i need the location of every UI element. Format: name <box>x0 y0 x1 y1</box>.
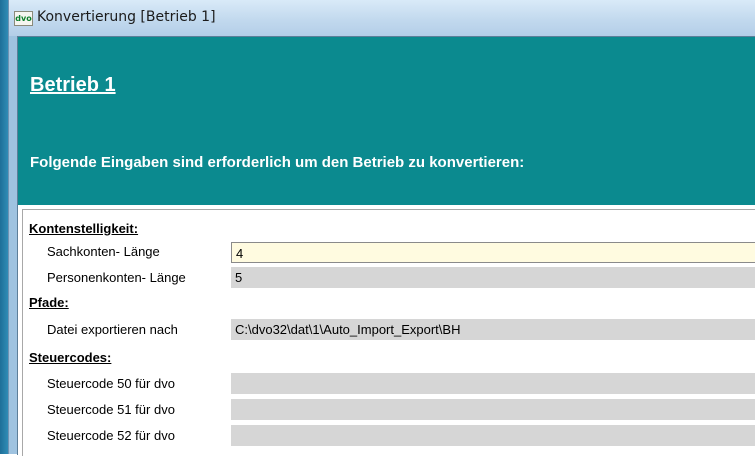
window-title: Konvertierung [Betrieb 1] <box>37 9 216 25</box>
steuercode-50-label: Steuercode 50 für dvo <box>47 376 175 391</box>
background-window-edge <box>0 0 8 454</box>
steuercode-52-label: Steuercode 52 für dvo <box>47 428 175 443</box>
datei-exportieren-input[interactable]: C:\dvo32\dat\1\Auto_Import_Export\BH <box>231 319 755 340</box>
konvertierung-window: dvo Konvertierung [Betrieb 1] Betrieb 1 … <box>8 0 755 456</box>
page-title: Betrieb 1 <box>30 74 116 96</box>
datei-exportieren-label: Datei exportieren nach <box>47 322 178 337</box>
steuercode-50-input[interactable] <box>231 373 755 394</box>
steuercode-52-input[interactable] <box>231 425 755 446</box>
steuercode-51-label: Steuercode 51 für dvo <box>47 402 175 417</box>
personenkonten-laenge-label: Personenkonten- Länge <box>47 270 186 285</box>
title-bar[interactable]: dvo Konvertierung [Betrieb 1] <box>9 0 755 36</box>
page-subtitle: Folgende Eingaben sind erforderlich um d… <box>30 154 525 171</box>
steuercode-51-input[interactable] <box>231 399 755 420</box>
section-kontenstelligkeit: Kontenstelligkeit: <box>29 221 139 236</box>
window-content: Betrieb 1 Folgende Eingaben sind erforde… <box>17 36 755 456</box>
sachkonten-laenge-input[interactable]: 4 <box>231 242 755 263</box>
header-banner: Betrieb 1 Folgende Eingaben sind erforde… <box>18 37 755 205</box>
dvo-app-icon[interactable]: dvo <box>14 11 33 26</box>
form-panel: Kontenstelligkeit: Sachkonten- Länge 4 P… <box>22 209 755 456</box>
personenkonten-laenge-input[interactable]: 5 <box>231 267 755 288</box>
sachkonten-laenge-label: Sachkonten- Länge <box>47 244 160 259</box>
section-steuercodes: Steuercodes: <box>29 350 112 365</box>
section-pfade: Pfade: <box>29 295 69 310</box>
